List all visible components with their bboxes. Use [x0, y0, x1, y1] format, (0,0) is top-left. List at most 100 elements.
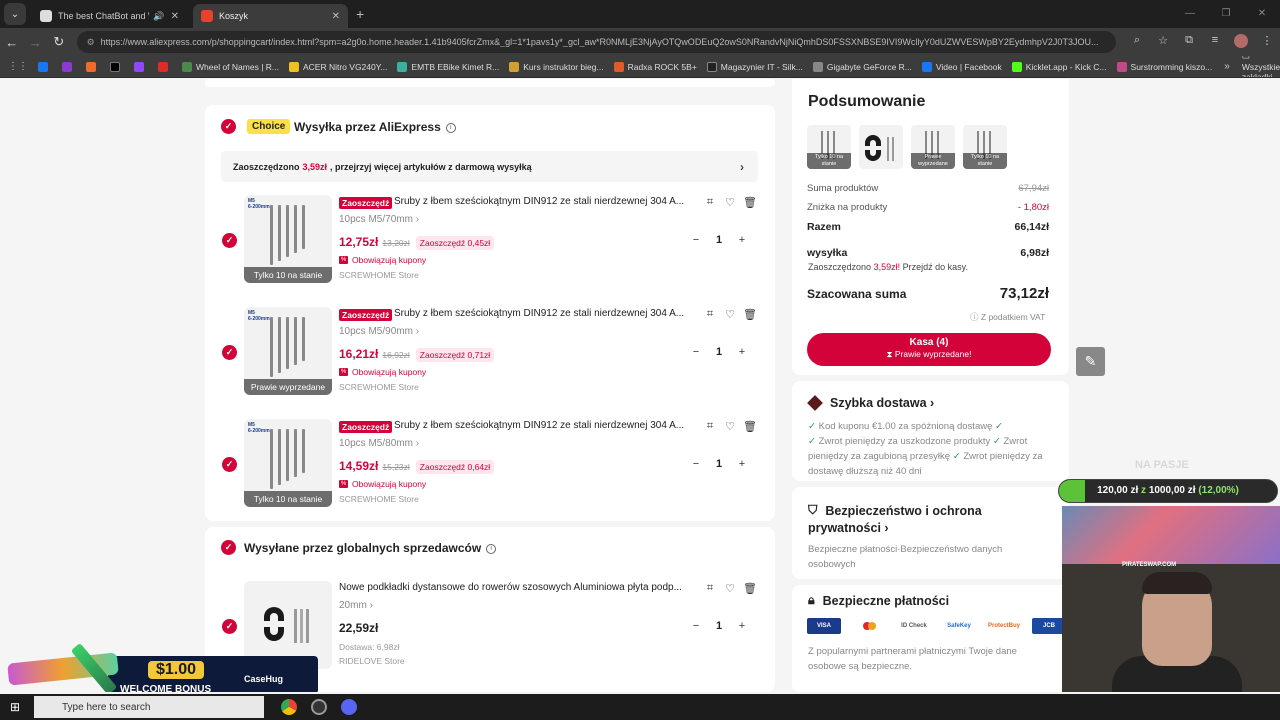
bookmark-item[interactable]: Radxa ROCK 5B+	[613, 61, 697, 72]
quantity-value[interactable]: 1	[706, 620, 732, 632]
discord-taskbar-icon[interactable]	[334, 694, 364, 720]
variant-selector[interactable]: 20mm ›	[339, 600, 373, 611]
fast-delivery-title[interactable]: Szybka dostawa ›	[807, 395, 934, 411]
info-icon[interactable]: i	[445, 122, 456, 133]
bookmark-item[interactable]: Kicklet.app - Kick C...	[1011, 61, 1107, 72]
youtube-bookmark-icon[interactable]	[158, 61, 172, 72]
increase-qty-button[interactable]: +	[732, 620, 752, 632]
item-checkbox[interactable]: ✓	[222, 345, 237, 360]
decrease-qty-button[interactable]: −	[686, 346, 706, 358]
zoom-icon[interactable]: ⌕	[1124, 34, 1150, 51]
item-title[interactable]: Nowe podkładki dystansowe do rowerów szo…	[339, 582, 699, 593]
decrease-qty-button[interactable]: −	[686, 620, 706, 632]
x-bookmark-icon[interactable]	[110, 61, 124, 72]
decrease-qty-button[interactable]: −	[686, 234, 706, 246]
media-icon[interactable]: ≡	[1202, 34, 1228, 51]
bookmark-item[interactable]: Video | Facebook	[921, 61, 1002, 72]
profile-avatar[interactable]	[1228, 33, 1254, 51]
wishlist-heart-icon[interactable]: ♡	[720, 308, 740, 321]
variant-selector[interactable]: 10pcs M5/80mm ›	[339, 438, 419, 449]
delete-trash-icon[interactable]: 🗑	[740, 420, 760, 433]
taskbar-search[interactable]: Type here to search	[34, 696, 264, 718]
back-button[interactable]: ←	[0, 35, 24, 50]
bookmark-item[interactable]: Kurs instruktor bieg...	[509, 61, 604, 72]
summary-thumb[interactable]	[859, 125, 903, 169]
menu-icon[interactable]: ⋮	[1254, 34, 1280, 51]
product-image[interactable]: M5 6-200mm Tylko 10 na stanie	[244, 419, 332, 507]
decrease-qty-button[interactable]: −	[686, 458, 706, 470]
similar-items-icon[interactable]: ⌗	[700, 420, 720, 433]
bookmark-item[interactable]: Magazynier IT - Silk...	[706, 61, 803, 72]
tab-chatbot[interactable]: The best ChatBot and Widg 🔊 ✕	[32, 4, 187, 28]
bookmark-item[interactable]: EMTB EBike Kimet R...	[397, 61, 499, 72]
bookmark-item[interactable]: ACER Nitro VG240Y...	[288, 61, 387, 72]
item-title[interactable]: Śruby z łbem sześciokątnym DIN912 ze sta…	[394, 420, 694, 431]
obs-taskbar-icon[interactable]	[304, 694, 334, 720]
item-checkbox[interactable]: ✓	[222, 233, 237, 248]
increase-qty-button[interactable]: +	[732, 458, 752, 470]
item-checkbox[interactable]: ✓	[222, 457, 237, 472]
close-icon[interactable]: ✕	[332, 11, 340, 22]
quantity-value[interactable]: 1	[706, 458, 732, 470]
brave-bookmark-icon[interactable]	[86, 61, 100, 72]
variant-selector[interactable]: 10pcs M5/90mm ›	[339, 326, 419, 337]
item-title[interactable]: Śruby z łbem sześciokątnym DIN912 ze sta…	[394, 308, 694, 319]
wishlist-heart-icon[interactable]: ♡	[720, 420, 740, 433]
quantity-value[interactable]: 1	[706, 346, 732, 358]
increase-qty-button[interactable]: +	[732, 234, 752, 246]
similar-items-icon[interactable]: ⌗	[700, 582, 720, 595]
security-title[interactable]: ⛉ Bezpieczeństwo i ochrona	[808, 503, 982, 518]
info-icon[interactable]: i	[486, 543, 497, 554]
store-name[interactable]: RIDELOVE Store	[339, 656, 405, 666]
reload-button[interactable]: ↻	[47, 34, 71, 50]
apps-icon[interactable]: ⋮⋮	[8, 61, 28, 72]
messenger-bookmark-icon[interactable]	[62, 61, 76, 72]
minimize-button[interactable]: —	[1172, 0, 1208, 28]
free-shipping-promo[interactable]: Zaoszczędzono 3,59zł , przejrzyj więcej …	[221, 151, 758, 182]
wishlist-heart-icon[interactable]: ♡	[720, 582, 740, 595]
item-title[interactable]: Śruby z łbem sześciokątnym DIN912 ze sta…	[394, 196, 694, 207]
chrome-taskbar-icon[interactable]	[274, 694, 304, 720]
facebook-bookmark-icon[interactable]	[38, 61, 52, 72]
summary-thumb[interactable]: Tylko 10 na stanie	[807, 125, 851, 169]
address-bar[interactable]: ⚙ https://www.aliexpress.com/p/shoppingc…	[76, 31, 1117, 53]
item-checkbox[interactable]: ✓	[222, 619, 237, 634]
close-window-button[interactable]: ✕	[1244, 0, 1280, 28]
bookmark-item[interactable]: Wheel of Names | R...	[182, 61, 279, 72]
delete-trash-icon[interactable]: 🗑	[740, 196, 760, 209]
wishlist-heart-icon[interactable]: ♡	[720, 196, 740, 209]
store-name[interactable]: SCREWHOME Store	[339, 270, 419, 280]
quantity-value[interactable]: 1	[706, 234, 732, 246]
bookmark-item[interactable]: Gigabyte GeForce R...	[812, 61, 912, 72]
tab-search-button[interactable]: ⌄	[4, 3, 26, 25]
similar-items-icon[interactable]: ⌗	[700, 308, 720, 321]
delete-trash-icon[interactable]: 🗑	[740, 582, 760, 595]
windows-start-icon[interactable]: ⊞	[0, 700, 30, 714]
extensions-icon[interactable]: ⧉	[1176, 34, 1202, 51]
store-name[interactable]: SCREWHOME Store	[339, 382, 419, 392]
close-icon[interactable]: ✕	[171, 11, 179, 22]
checkout-button[interactable]: Kasa (4) ⧗ Prawie wyprzedane!	[807, 333, 1051, 366]
select-all-global-checkbox[interactable]: ✓	[221, 540, 236, 555]
tab-koszyk[interactable]: Koszyk ✕	[193, 4, 348, 28]
maximize-button[interactable]: ❐	[1208, 0, 1244, 28]
bookmark-item[interactable]: Surstromming kiszo...	[1116, 61, 1212, 72]
site-info-icon[interactable]: ⚙	[87, 37, 95, 48]
summary-thumb[interactable]: Prawie wyprzedane	[911, 125, 955, 169]
product-image[interactable]: M5 6-200mm Tylko 10 na stanie	[244, 195, 332, 283]
new-tab-button[interactable]: +	[356, 6, 364, 22]
more-bookmarks-icon[interactable]: »	[1224, 61, 1230, 72]
store-name[interactable]: SCREWHOME Store	[339, 494, 419, 504]
edit-note-icon[interactable]: ✎	[1076, 347, 1105, 376]
delete-trash-icon[interactable]: 🗑	[740, 308, 760, 321]
bookmark-star-icon[interactable]: ☆	[1150, 34, 1176, 51]
product-image[interactable]: M5 6-200mm Prawie wyprzedane	[244, 307, 332, 395]
similar-items-icon[interactable]: ⌗	[700, 196, 720, 209]
speaker-icon[interactable]: 🔊	[153, 11, 164, 22]
summary-thumb[interactable]: Tylko 10 na stanie	[963, 125, 1007, 169]
all-bookmarks-folder[interactable]: ▭ Wszystkie zakładki	[1242, 56, 1280, 77]
forward-button[interactable]: →	[24, 35, 48, 50]
increase-qty-button[interactable]: +	[732, 346, 752, 358]
welcome-bonus-banner[interactable]: $1.00 WELCOME BONUS CaseHug	[7, 640, 318, 692]
select-all-choice-checkbox[interactable]: ✓	[221, 119, 236, 134]
